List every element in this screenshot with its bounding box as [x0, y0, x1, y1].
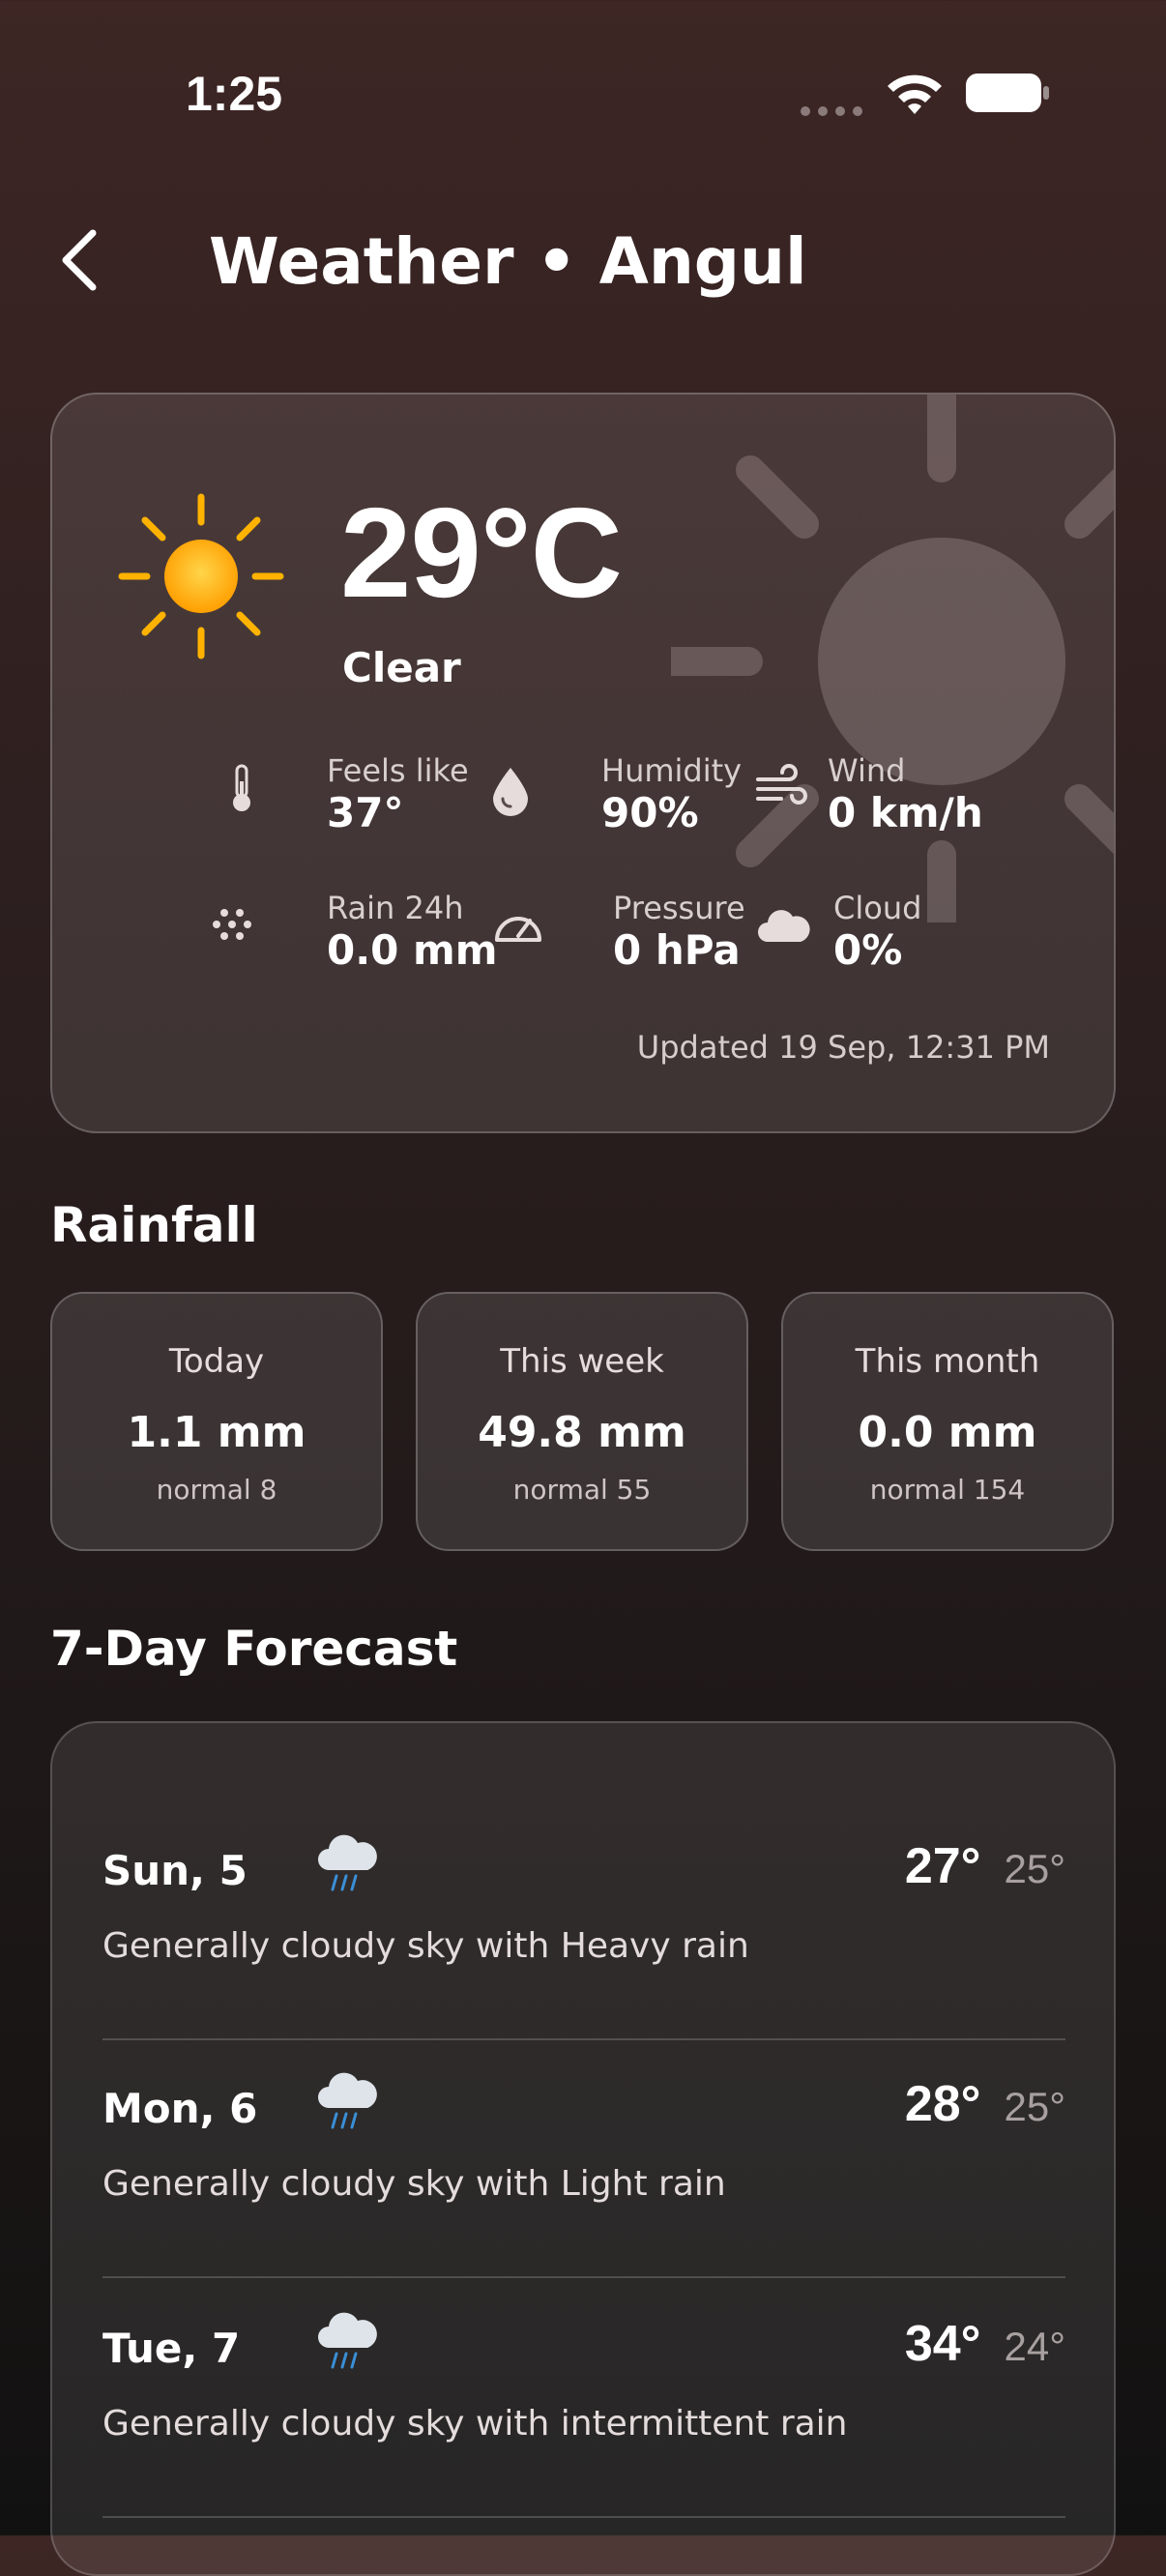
forecast-description: Generally cloudy sky with intermittent r…: [102, 2404, 848, 2444]
updated-timestamp: Updated 19 Sep, 12:31 PM: [636, 1029, 1050, 1066]
forecast-card: Sun, 5 27° 25° Generally cloudy sky with …: [50, 1721, 1116, 2576]
metric-humidity: Humidity 90%: [481, 752, 772, 839]
signal-dots-icon: [801, 106, 864, 116]
wifi-icon: [888, 74, 942, 114]
rain-cloud-icon: [318, 1834, 377, 1891]
rainfall-title: Rainfall: [50, 1197, 258, 1253]
metric-wind: Wind 0 km/h: [752, 752, 1042, 839]
metric-rain-24h: Rain 24h 0.0 mm: [203, 890, 498, 977]
sun-icon: [118, 493, 284, 659]
droplet-icon: [493, 768, 528, 816]
rain-cloud-icon: [318, 2072, 377, 2129]
background-sun-icon: [671, 395, 1114, 922]
forecast-description: Generally cloudy sky with Light rain: [102, 2164, 726, 2204]
rain-cloud-icon: [318, 2312, 377, 2369]
forecast-description: Generally cloudy sky with Heavy rain: [102, 1926, 749, 1966]
forecast-day: Tue, 7: [102, 2325, 241, 2372]
rain-dots-icon: [213, 909, 251, 940]
forecast-row[interactable]: Sun, 5 27° 25° Generally cloudy sky with …: [102, 1802, 1065, 2040]
forecast-title: 7-Day Forecast: [50, 1621, 458, 1677]
page-title: Weather • Angul: [209, 224, 807, 299]
divider: [102, 2516, 1065, 2518]
thermometer-icon: [233, 764, 250, 811]
current-condition: Clear: [342, 644, 461, 691]
metric-pressure: Pressure 0 hPa: [489, 890, 779, 977]
rainfall-month-card: This month 0.0 mm normal 154: [781, 1292, 1114, 1551]
gauge-icon: [495, 917, 541, 942]
forecast-low: 25°: [1004, 1846, 1065, 1891]
forecast-high: 28°: [904, 2076, 981, 2132]
forecast-low: 24°: [1004, 2324, 1065, 2369]
status-time: 1:25: [186, 67, 283, 121]
cloud-icon: [758, 910, 810, 942]
metric-cloud: Cloud 0%: [754, 890, 1044, 977]
rainfall-today-card: Today 1.1 mm normal 8: [50, 1292, 383, 1551]
forecast-day: Sun, 5: [102, 1847, 248, 1894]
forecast-high: 34°: [904, 2316, 981, 2372]
forecast-row[interactable]: Tue, 7 34° 24° Generally cloudy sky with …: [102, 2280, 1065, 2518]
battery-icon: [966, 73, 1049, 112]
forecast-low: 25°: [1004, 2084, 1065, 2129]
forecast-day: Mon, 6: [102, 2085, 258, 2132]
metric-feels-like: Feels like 37°: [213, 752, 503, 839]
current-temperature: 29°C: [340, 482, 623, 624]
forecast-row[interactable]: Mon, 6 28° 25° Generally cloudy sky with …: [102, 2040, 1065, 2278]
wind-icon: [756, 764, 807, 805]
back-arrow-icon[interactable]: [56, 227, 102, 293]
current-weather-card: 29°C Clear Feels like 37° Humidity 90% W…: [50, 393, 1116, 1133]
divider: [102, 2276, 1065, 2278]
forecast-high: 27°: [904, 1838, 981, 1894]
rainfall-week-card: This week 49.8 mm normal 55: [416, 1292, 748, 1551]
